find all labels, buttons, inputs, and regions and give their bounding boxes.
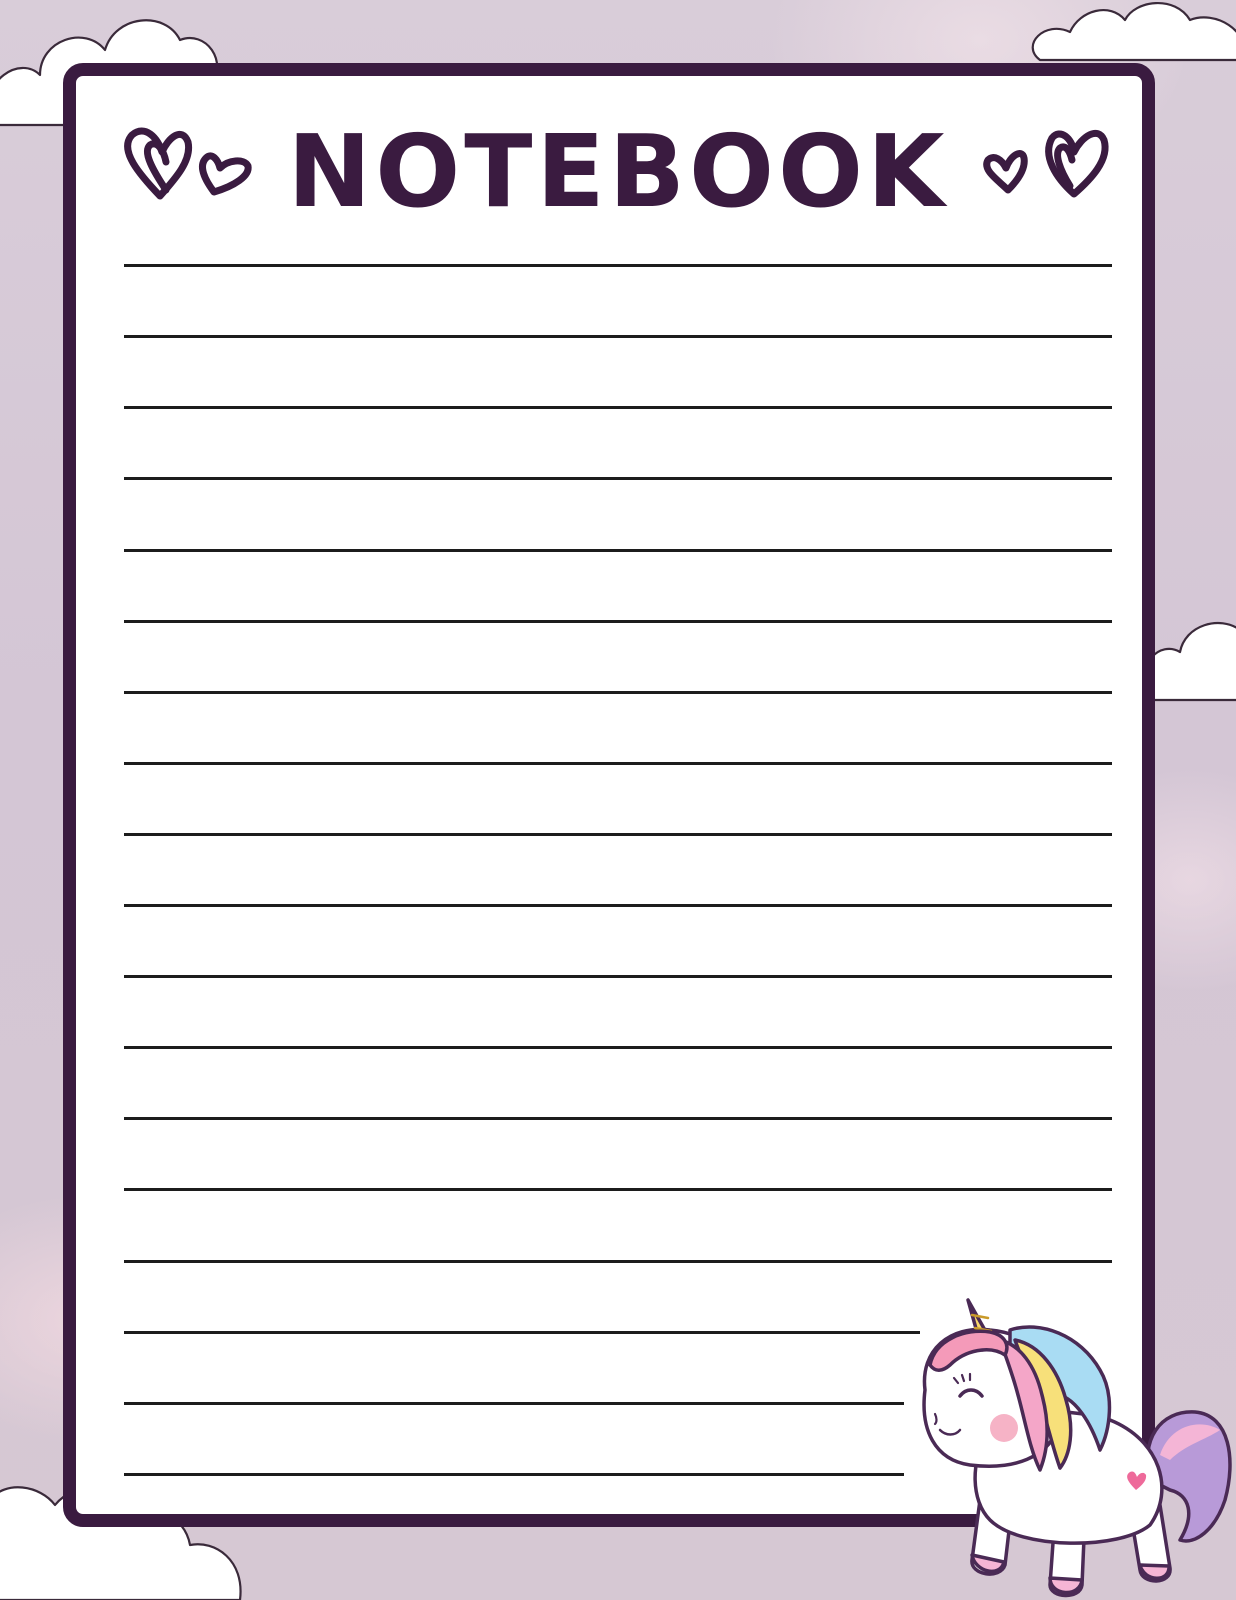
notebook-sheet: [63, 63, 1155, 1527]
ruled-line: [124, 762, 1112, 765]
ruled-line: [124, 833, 1112, 836]
ruled-line: [124, 691, 1112, 694]
ruled-line: [124, 975, 1112, 978]
ruled-line: [124, 1117, 1112, 1120]
ruled-line: [124, 620, 1112, 623]
ruled-line: [124, 1046, 1112, 1049]
page-title: NOTEBOOK: [287, 113, 949, 230]
ruled-line: [124, 335, 1112, 338]
ruled-line: [124, 477, 1112, 480]
ruled-line: [124, 1188, 1112, 1191]
ruled-line: [124, 1260, 1112, 1263]
ruled-line: [124, 264, 1112, 267]
ruled-line: [124, 904, 1112, 907]
ruled-line: [124, 1402, 904, 1405]
ruled-line: [124, 1473, 904, 1476]
ruled-line: [124, 549, 1112, 552]
ruled-line: [124, 1331, 920, 1334]
ruled-line: [124, 406, 1112, 409]
